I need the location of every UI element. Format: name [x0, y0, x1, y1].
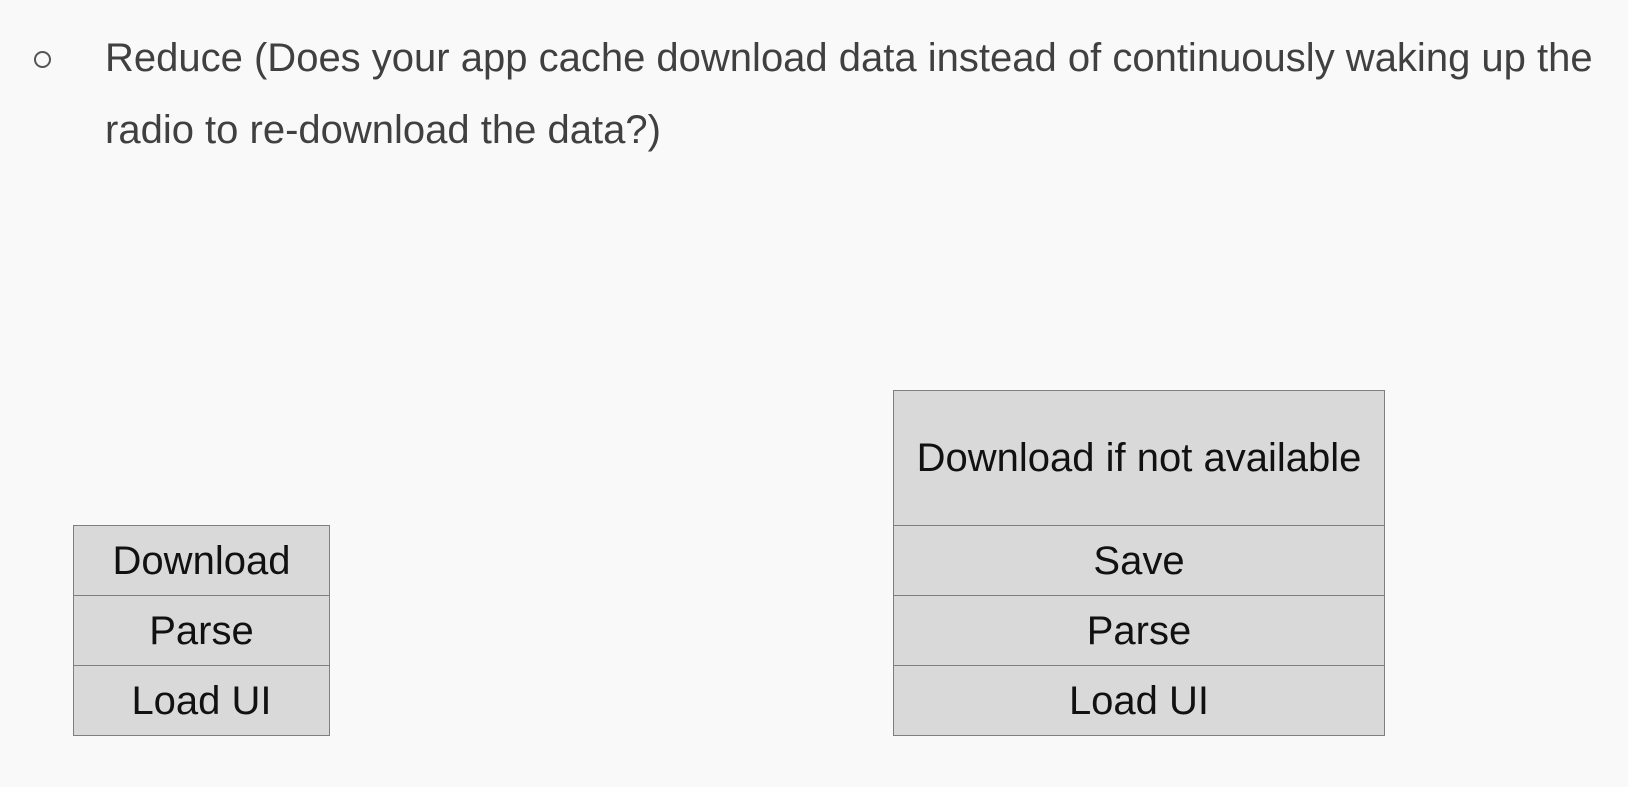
left-step-download: Download — [73, 525, 330, 596]
left-process-stack: Download Parse Load UI — [73, 525, 330, 736]
right-step-save: Save — [893, 525, 1385, 596]
left-step-parse: Parse — [73, 595, 330, 666]
bullet-text: Reduce (Does your app cache download dat… — [105, 36, 1593, 152]
right-process-stack: Download if not available Save Parse Loa… — [893, 390, 1385, 736]
left-step-load-ui: Load UI — [73, 665, 330, 736]
right-step-parse: Parse — [893, 595, 1385, 666]
right-step-load-ui: Load UI — [893, 665, 1385, 736]
hollow-circle-bullet-icon — [34, 51, 51, 68]
right-step-download-if-not-available: Download if not available — [893, 390, 1385, 526]
